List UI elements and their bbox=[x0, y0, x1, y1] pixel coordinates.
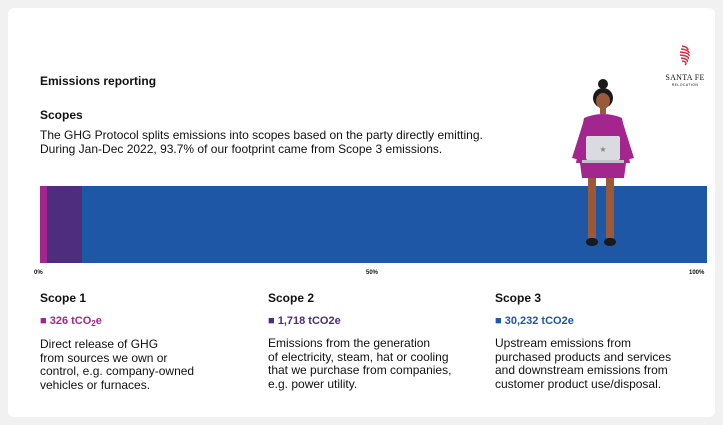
logo-mark-icon bbox=[679, 45, 690, 66]
bar-segment-scope-2 bbox=[46, 186, 83, 263]
scope-2-description: Emissions from the generation of electri… bbox=[268, 336, 458, 391]
square-marker-icon: ■ bbox=[495, 315, 502, 327]
scope-2-title: Scope 2 bbox=[268, 291, 315, 305]
scope-1-description: Direct release of GHG from sources we ow… bbox=[40, 337, 230, 392]
desc-line: that we purchase from companies, bbox=[268, 363, 452, 377]
person-with-laptop-illustration: ★ bbox=[572, 79, 634, 246]
square-marker-icon: ■ bbox=[268, 315, 275, 327]
desc-line: purchased products and services bbox=[495, 349, 672, 364]
desc-line: Emissions from the generation bbox=[268, 336, 431, 350]
scope-3-value: ■ 30,232 tCO2e bbox=[495, 315, 685, 327]
scope-2-panel: Scope 2 ■ 1,718 tCO2e Emissions from the… bbox=[268, 291, 458, 391]
axis-tick-0: 0% bbox=[34, 270, 43, 276]
desc-line: of electricity, steam, hat or cooling bbox=[268, 349, 449, 364]
page-title: Emissions reporting bbox=[40, 74, 157, 88]
scope-2-value: ■ 1,718 tCO2e bbox=[268, 315, 458, 327]
intro-line: During Jan-Dec 2022, 93.7% of our footpr… bbox=[40, 142, 443, 156]
axis-tick-100: 100% bbox=[689, 270, 705, 276]
desc-line: e.g. power utility. bbox=[268, 376, 358, 391]
desc-line: and downstream emissions from bbox=[495, 363, 668, 377]
scope-1-value: ■ 326 tCO2e bbox=[40, 315, 230, 328]
desc-line: customer product use/disposal. bbox=[495, 376, 662, 391]
desc-line: vehicles or furnaces. bbox=[40, 377, 151, 392]
scope-1-value-suffix: e bbox=[95, 315, 102, 327]
scope-1-value-text: 326 tCO bbox=[49, 315, 92, 327]
square-marker-icon: ■ bbox=[40, 315, 47, 327]
scope-3-description: Upstream emissions from purchased produc… bbox=[495, 336, 685, 391]
svg-text:★: ★ bbox=[599, 145, 606, 154]
santa-fe-logo: SANTA FE RELOCATION bbox=[656, 44, 714, 87]
desc-line: Upstream emissions from bbox=[495, 336, 632, 350]
intro-text: The GHG Protocol splits emissions into s… bbox=[40, 128, 600, 156]
scope-3-value-text: 30,232 tCO2e bbox=[504, 315, 574, 327]
scope-1-title: Scope 1 bbox=[40, 291, 87, 305]
scope-1-panel: Scope 1 ■ 326 tCO2e Direct release of GH… bbox=[40, 291, 230, 392]
section-title: Scopes bbox=[40, 108, 83, 122]
logo-subtitle: RELOCATION bbox=[671, 83, 699, 87]
logo-name: SANTA FE bbox=[665, 73, 705, 82]
desc-line: from sources we own or bbox=[40, 350, 168, 365]
desc-line: control, e.g. company-owned bbox=[40, 364, 195, 378]
intro-line: The GHG Protocol splits emissions into s… bbox=[40, 128, 483, 142]
scope-2-value-text: 1,718 tCO2e bbox=[277, 315, 341, 327]
axis-tick-50: 50% bbox=[366, 270, 379, 276]
scope-3-panel: Scope 3 ■ 30,232 tCO2e Upstream emission… bbox=[495, 291, 685, 391]
emissions-card: SANTA FE RELOCATION Emissions reporting … bbox=[8, 8, 715, 417]
scope-3-title: Scope 3 bbox=[495, 291, 542, 305]
desc-line: Direct release of GHG bbox=[40, 337, 159, 351]
bar-segment-scope-1 bbox=[40, 186, 47, 263]
